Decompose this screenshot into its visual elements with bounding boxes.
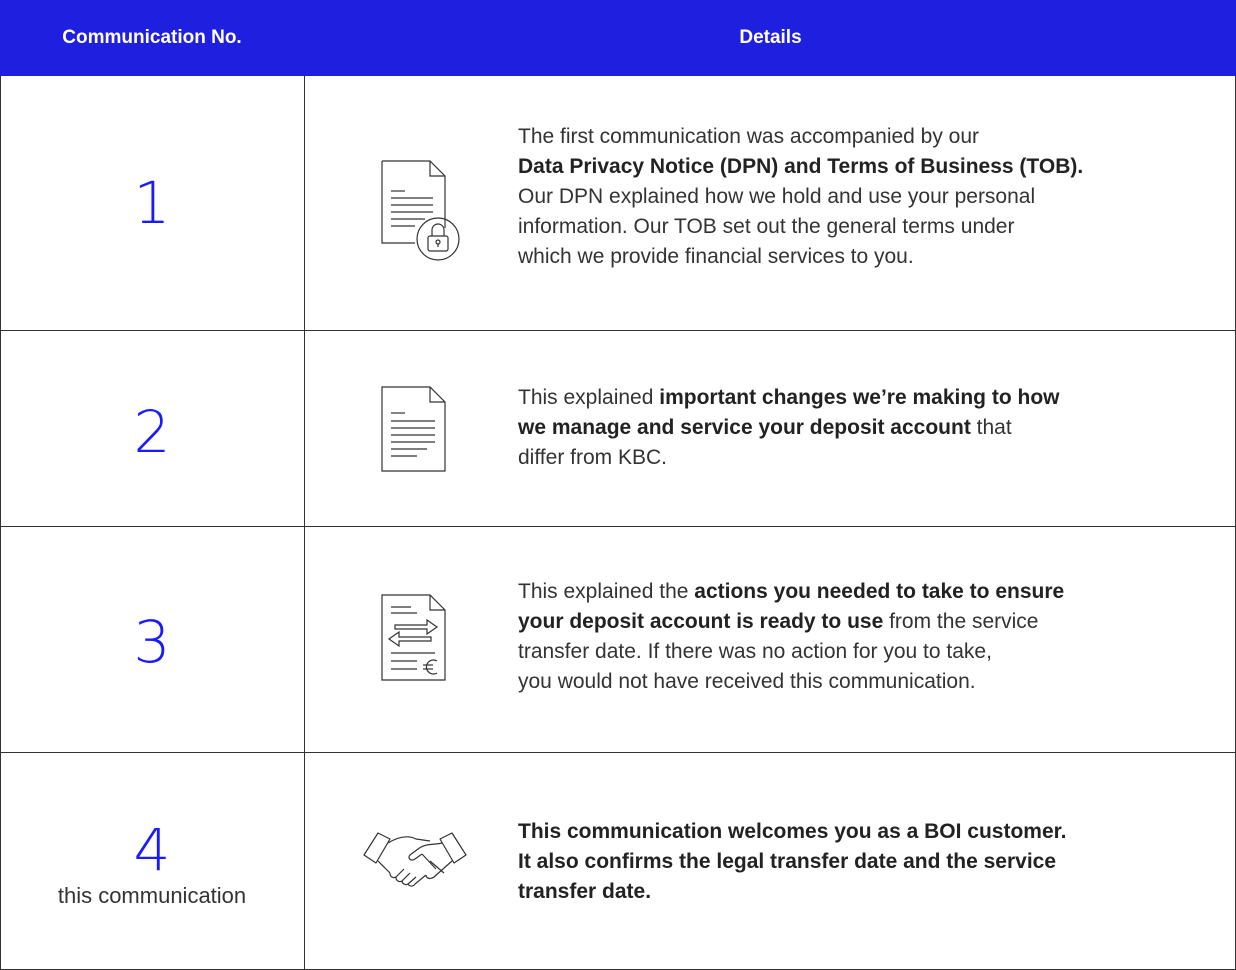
handshake-icon — [360, 823, 470, 898]
details-text: This explained — [518, 386, 660, 409]
header-communication-no: Communication No. — [62, 27, 242, 48]
communication-number-caption: this communication — [57, 883, 247, 908]
document-icon — [375, 383, 455, 483]
document-transfer-euro-icon — [375, 587, 455, 692]
row-details: This explained the actions you needed to… — [518, 577, 1218, 697]
document-lock-icon — [375, 156, 465, 271]
details-bold: transfer date. — [518, 880, 652, 903]
details-bold: Data Privacy Notice (DPN) and Terms of B… — [518, 155, 1084, 178]
table-row: 3 This explained the actions you needed … — [0, 527, 1236, 753]
details-line: transfer date. If there was no action fo… — [518, 640, 992, 663]
details-line: This explained important changes we’re m… — [518, 383, 1218, 413]
row-details: This explained important changes we’re m… — [518, 383, 1218, 473]
details-text: This explained the — [518, 580, 695, 603]
row-details: The first communication was accompanied … — [518, 122, 1218, 272]
details-bold: your deposit account is ready to use — [518, 610, 884, 633]
table-row: 4 this communication This communication … — [0, 753, 1236, 970]
details-text: that — [970, 416, 1012, 439]
details-line: Our DPN explained how we hold and use yo… — [518, 185, 1036, 208]
table-row: 2 This explained important changes we’re… — [0, 331, 1236, 527]
details-bold: actions you needed to take to ensure — [694, 580, 1065, 603]
details-bold-line: Data Privacy Notice (DPN) and Terms of B… — [518, 152, 1218, 182]
details-line: we manage and service your deposit accou… — [518, 413, 1218, 443]
details-bold: we manage and service your deposit accou… — [518, 416, 971, 439]
details-line: you would not have received this communi… — [518, 670, 976, 693]
communication-number: 1 — [133, 169, 171, 237]
details-bold: It also confirms the legal transfer date… — [518, 850, 1057, 873]
details-line: differ from KBC. — [518, 446, 667, 469]
details-bold: important changes we’re making to how — [659, 386, 1060, 409]
details-line: information. Our TOB set out the general… — [518, 215, 1015, 238]
details-line: It also confirms the legal transfer date… — [518, 847, 1218, 877]
details-line: which we provide financial services to y… — [518, 245, 914, 268]
details-line: This explained the actions you needed to… — [518, 577, 1218, 607]
communication-number: 4 — [133, 816, 171, 884]
header-details: Details — [739, 27, 802, 48]
details-bold: This communication welcomes you as a BOI… — [518, 820, 1067, 843]
row-details: This communication welcomes you as a BOI… — [518, 817, 1218, 907]
communication-number: 3 — [133, 608, 171, 676]
details-text: from the service — [883, 610, 1039, 633]
details-line: The first communication was accompanied … — [518, 125, 980, 148]
table-row: 1 The first communication was accompanie… — [0, 76, 1236, 331]
details-line: This communication welcomes you as a BOI… — [518, 817, 1218, 847]
table-header: Communication No. Details — [0, 0, 1236, 76]
communications-table: Communication No. Details 1 The first co… — [0, 0, 1236, 970]
details-line: your deposit account is ready to use fro… — [518, 607, 1218, 637]
communication-number: 2 — [133, 398, 171, 466]
details-line: transfer date. — [518, 877, 1218, 907]
